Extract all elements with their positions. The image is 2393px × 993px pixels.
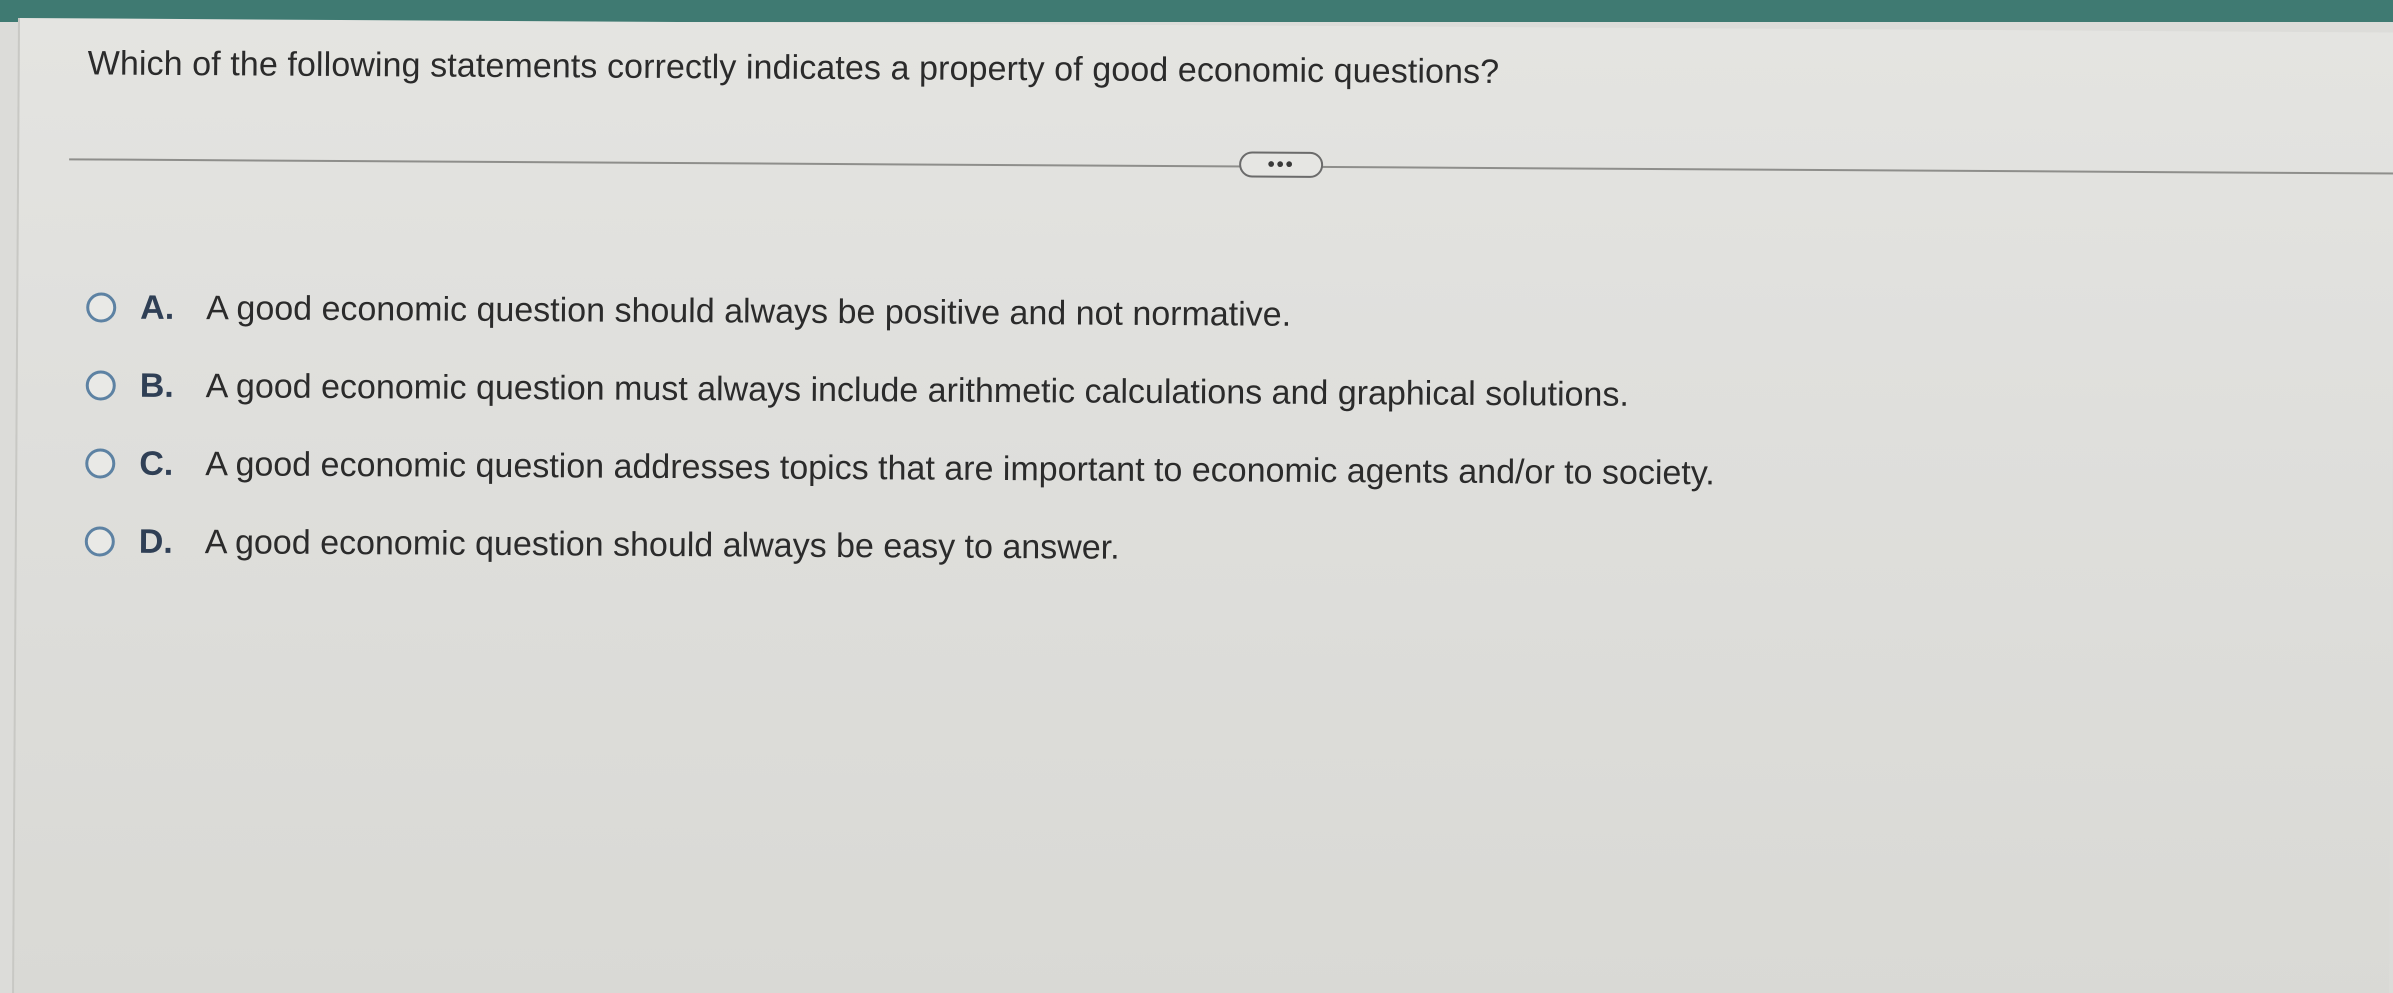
radio-button-a[interactable] [86, 292, 117, 323]
top-header-band [0, 0, 2393, 22]
option-text-a: A good economic question should always b… [206, 288, 1292, 334]
expand-more-button[interactable]: ••• [1239, 151, 1324, 178]
option-b[interactable]: B. A good economic question must always … [85, 346, 1716, 434]
option-text-d: A good economic question should always b… [204, 522, 1120, 567]
option-text-b: A good economic question must always inc… [205, 366, 1629, 414]
option-text-c: A good economic question addresses topic… [205, 444, 1715, 492]
option-letter-a: A. [140, 288, 175, 327]
option-letter-b: B. [139, 366, 174, 405]
radio-button-d[interactable] [84, 526, 115, 557]
option-c[interactable]: C. A good economic question addresses to… [85, 424, 1715, 512]
question-panel: Which of the following statements correc… [12, 18, 2393, 993]
question-text: Which of the following statements correc… [87, 44, 1500, 92]
option-d[interactable]: D. A good economic question should alway… [84, 502, 1715, 590]
option-letter-d: D. [138, 522, 173, 561]
divider-line [69, 158, 2393, 175]
answer-options: A. A good economic question should alway… [84, 268, 1716, 590]
option-letter-c: C. [139, 444, 174, 483]
option-a[interactable]: A. A good economic question should alway… [86, 268, 1716, 356]
radio-button-b[interactable] [85, 370, 116, 401]
radio-button-c[interactable] [85, 448, 116, 479]
